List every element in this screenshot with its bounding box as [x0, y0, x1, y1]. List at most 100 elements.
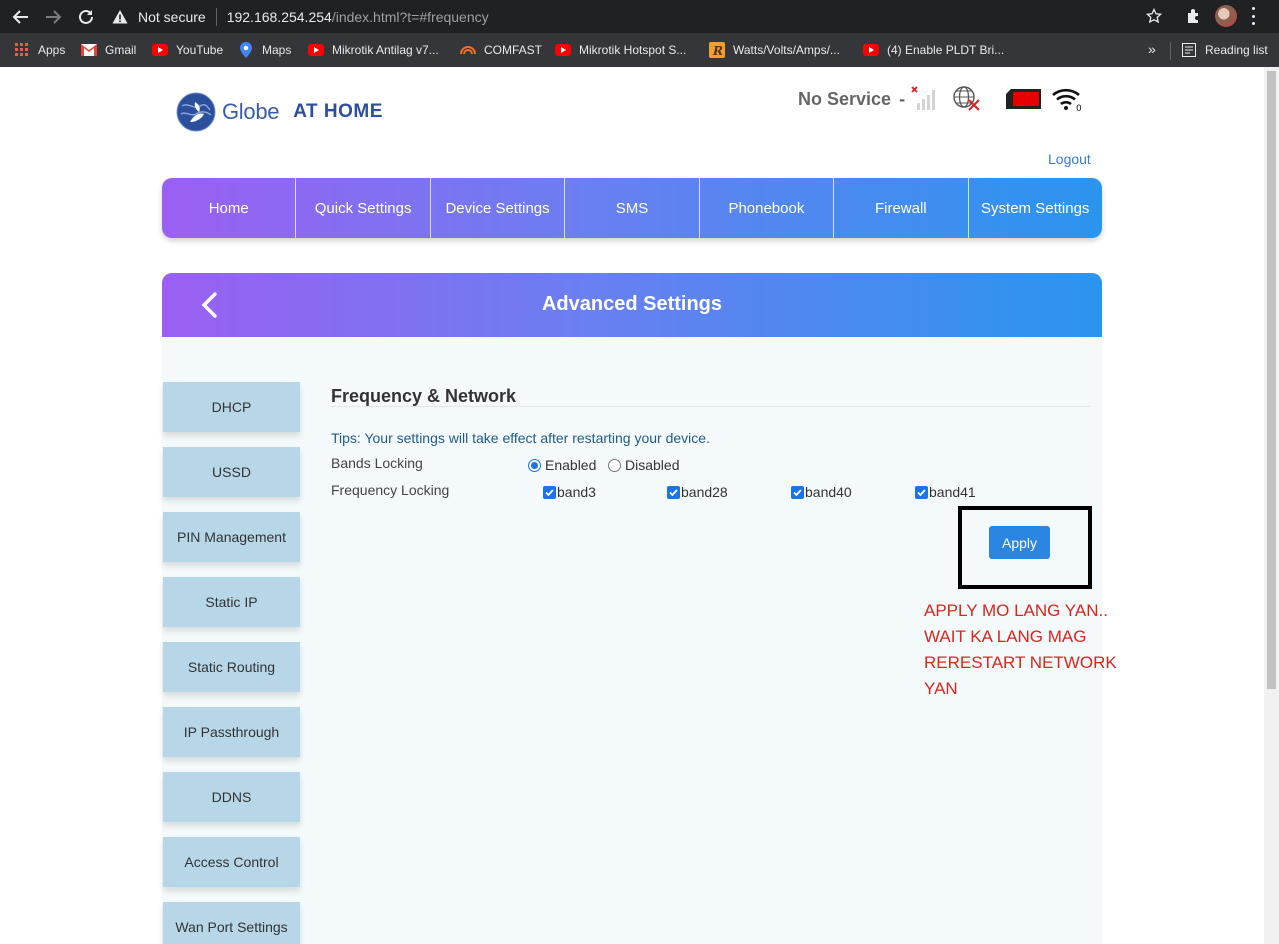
bands-locking-enabled[interactable]: Enabled — [528, 457, 596, 473]
annotation-line: WAIT KA LANG MAG — [924, 627, 1087, 646]
section-title: Frequency & Network — [331, 386, 517, 406]
svg-text:R: R — [712, 44, 723, 58]
wifi-client-count: 0 — [1076, 104, 1082, 112]
bookmark-label: COMFAST — [484, 43, 543, 57]
sidebar-item-dhcp[interactable]: DHCP — [163, 382, 300, 432]
logo-at-home-text: AT HOME — [293, 101, 383, 122]
sidebar-item-static-ip[interactable]: Static IP — [163, 577, 300, 627]
network-status-text: No Service — [798, 88, 892, 109]
annotation-note: APPLY MO LANG YAN.. WAIT KA LANG MAG RER… — [924, 598, 1134, 702]
back-arrow-icon[interactable] — [10, 6, 32, 28]
band40-checkbox[interactable] — [791, 485, 804, 499]
checkbox-label: band40 — [805, 484, 852, 500]
maps-pin-icon — [238, 42, 254, 58]
profile-avatar-icon[interactable] — [1215, 5, 1237, 27]
sidebar-item-pin-management[interactable]: PIN Management — [163, 512, 300, 562]
nav-quick-settings[interactable]: Quick Settings — [296, 178, 431, 238]
globe-logo-icon — [176, 92, 216, 132]
bands-locking-disabled[interactable]: Disabled — [608, 457, 679, 473]
browser-toolbar: Not secure 192.168.254.254/index.html?t=… — [0, 0, 1279, 33]
band3-option[interactable]: band3 — [543, 484, 596, 500]
bookmarks-overflow-button[interactable]: » — [1148, 41, 1156, 57]
reading-list-button[interactable]: Reading list — [1181, 41, 1268, 59]
internet-disconnected-icon — [953, 86, 980, 111]
nav-phonebook[interactable]: Phonebook — [700, 178, 835, 238]
sidebar-item-ussd[interactable]: USSD — [163, 447, 300, 497]
band28-checkbox[interactable] — [667, 485, 680, 499]
logout-link[interactable]: Logout — [1048, 151, 1091, 167]
nav-sms[interactable]: SMS — [565, 178, 700, 238]
tips-text: Tips: Your settings will take effect aft… — [331, 430, 710, 446]
url-path: /index.html?t=#frequency — [331, 8, 489, 25]
bookmark-mikrotik-hotspot[interactable]: Mikrotik Hotspot S... — [555, 41, 686, 59]
bookmark-maps[interactable]: Maps — [238, 41, 291, 59]
address-bar[interactable]: Not secure 192.168.254.254/index.html?t=… — [108, 3, 1174, 30]
main-nav: Home Quick Settings Device Settings SMS … — [162, 178, 1102, 238]
status-bar: No Service - 0 — [798, 85, 1083, 113]
bookmarks-divider — [1170, 42, 1171, 60]
radio-label: Enabled — [545, 457, 597, 473]
gmail-icon — [81, 42, 97, 58]
nav-system-settings[interactable]: System Settings — [969, 178, 1102, 238]
url-separator — [215, 7, 217, 26]
bookmark-pldt[interactable]: (4) Enable PLDT Bri... — [863, 41, 1004, 59]
sidebar-item-ip-passthrough[interactable]: IP Passthrough — [163, 707, 300, 757]
sim-card-status-icon — [1006, 89, 1042, 109]
bands-locking-enabled-radio[interactable] — [528, 458, 541, 472]
bookmark-youtube[interactable]: YouTube — [152, 41, 223, 59]
sidebar-item-wan-port-settings[interactable]: Wan Port Settings — [163, 902, 300, 944]
bookmark-label: Gmail — [105, 43, 137, 57]
menu-kebab-icon[interactable] — [1250, 7, 1256, 25]
bookmark-label: Mikrotik Hotspot S... — [579, 43, 687, 57]
comfast-icon — [460, 42, 476, 58]
annotation-line: APPLY MO LANG YAN.. — [924, 601, 1108, 620]
radio-label: Disabled — [625, 457, 680, 473]
checkbox-label: band3 — [557, 484, 596, 500]
reload-icon[interactable] — [75, 6, 97, 28]
advanced-settings-header: Advanced Settings — [162, 273, 1102, 337]
nav-device-settings[interactable]: Device Settings — [431, 178, 566, 238]
reading-list-icon — [1181, 42, 1197, 58]
sidebar-item-static-routing[interactable]: Static Routing — [163, 642, 300, 692]
band41-option[interactable]: band41 — [915, 484, 976, 500]
status-dash: - — [899, 88, 906, 109]
nav-home[interactable]: Home — [162, 178, 297, 238]
youtube-icon — [308, 42, 324, 58]
scrollbar-thumb[interactable] — [1267, 71, 1276, 689]
checkbox-label: band28 — [681, 484, 728, 500]
bookmarks-bar: Apps Gmail YouTube Maps Mikrotik Antilag… — [0, 33, 1279, 67]
url-host: 192.168.254.254 — [226, 8, 332, 25]
band41-checkbox[interactable] — [915, 485, 928, 499]
forward-arrow-icon[interactable] — [42, 6, 64, 28]
bookmark-star-icon[interactable] — [1146, 8, 1162, 24]
section-divider — [330, 406, 1090, 407]
signal-strength-none-icon — [911, 86, 936, 110]
nav-firewall[interactable]: Firewall — [834, 178, 969, 238]
bookmark-label: Watts/Volts/Amps/... — [733, 43, 840, 57]
bookmark-gmail[interactable]: Gmail — [81, 41, 136, 59]
extensions-puzzle-icon[interactable] — [1185, 7, 1203, 25]
bookmark-label: (4) Enable PLDT Bri... — [887, 43, 1005, 57]
youtube-icon — [152, 42, 168, 58]
bands-locking-label: Bands Locking — [331, 455, 423, 471]
r-logo-icon: R — [709, 42, 725, 58]
bookmark-label: Mikrotik Antilag v7... — [332, 43, 439, 57]
band28-option[interactable]: band28 — [667, 484, 728, 500]
youtube-icon — [555, 42, 571, 58]
band3-checkbox[interactable] — [543, 485, 556, 499]
globe-at-home-logo: Globe AT HOME — [176, 92, 383, 132]
reading-list-label: Reading list — [1205, 43, 1268, 57]
band40-option[interactable]: band40 — [791, 484, 852, 500]
apply-button[interactable]: Apply — [989, 526, 1050, 559]
bookmark-mikrotik-antilag[interactable]: Mikrotik Antilag v7... — [308, 41, 439, 59]
bookmark-apps[interactable]: Apps — [14, 41, 65, 59]
bookmark-watts-volts[interactable]: R Watts/Volts/Amps/... — [709, 41, 840, 59]
bookmark-comfast[interactable]: COMFAST — [460, 41, 542, 59]
bookmark-label: Maps — [262, 43, 292, 57]
advanced-settings-content: DHCP USSD PIN Management Static IP Stati… — [162, 337, 1117, 944]
sidebar-item-access-control[interactable]: Access Control — [163, 837, 300, 887]
sidebar-item-ddns[interactable]: DDNS — [163, 772, 300, 822]
page-scrollbar[interactable] — [1264, 67, 1279, 944]
page-title: Advanced Settings — [541, 293, 723, 315]
bands-locking-disabled-radio[interactable] — [608, 458, 621, 472]
